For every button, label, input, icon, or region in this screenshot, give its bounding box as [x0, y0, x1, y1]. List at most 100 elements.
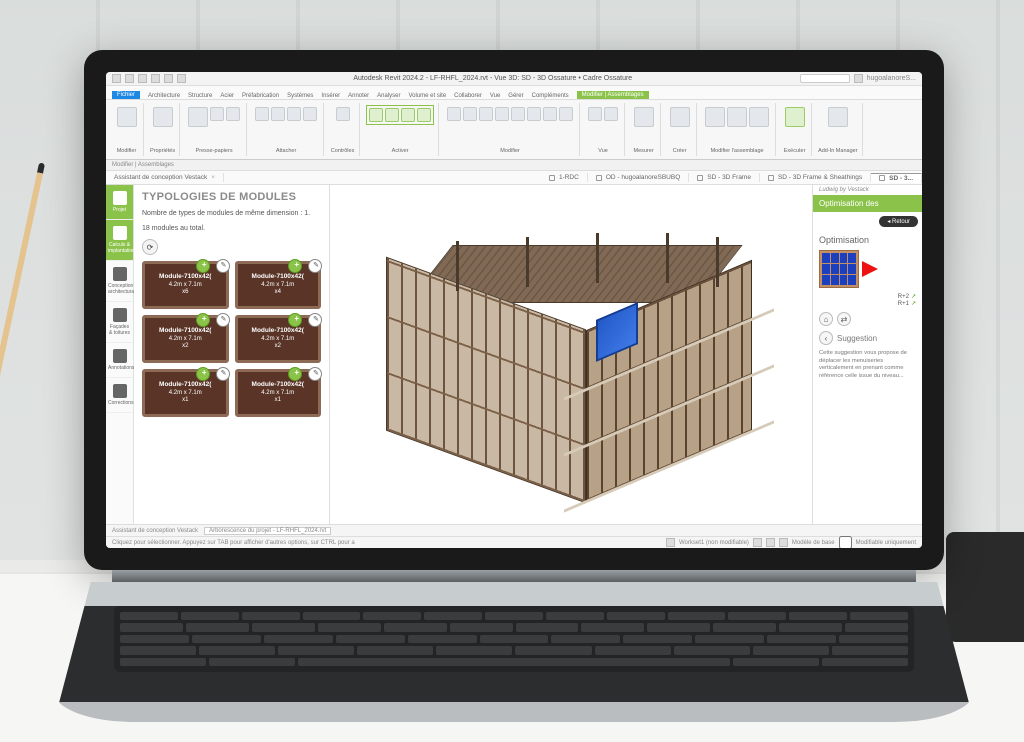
view-tab-active[interactable]: SD - 3... [871, 173, 922, 183]
sidebar-item-corrections[interactable]: Corrections [106, 378, 133, 413]
tab-volume[interactable]: Volume et site [408, 93, 446, 99]
sb-icon[interactable] [766, 538, 775, 547]
create-icon[interactable] [670, 107, 690, 127]
sidebar-item-annotations[interactable]: Annotations [106, 343, 133, 378]
view-tab[interactable]: 1-RDC [541, 173, 588, 182]
mirror-icon[interactable] [417, 108, 431, 122]
properties-icon[interactable] [153, 107, 173, 127]
sidebar-item-conception[interactable]: Conception architecturale [106, 261, 133, 302]
tab-vue[interactable]: Vue [490, 93, 500, 99]
cope-icon[interactable] [255, 107, 269, 121]
tab-structure[interactable]: Structure [188, 93, 212, 99]
view-tab[interactable]: OD - hugoalanoreSBUBQ [588, 173, 689, 182]
join-icon[interactable] [287, 107, 301, 121]
module-card[interactable]: +✎ Module-7100x42(4.2m x 7.1mx4 [235, 261, 322, 309]
qat-redo-icon[interactable] [164, 74, 173, 83]
disassemble-icon[interactable] [727, 107, 747, 127]
module-grid: +✎ Module-7100x42(4.2m x 7.1mx6 +✎ Modul… [142, 261, 321, 417]
view-icon[interactable] [588, 107, 602, 121]
qat-open-icon[interactable] [125, 74, 134, 83]
wand-icon [113, 349, 127, 363]
offset-icon[interactable] [463, 107, 477, 121]
tab-gerer[interactable]: Gérer [508, 93, 523, 99]
add-module-icon[interactable]: + [202, 260, 207, 270]
create-views-icon[interactable] [749, 107, 769, 127]
swap-button[interactable]: ⇄ [837, 312, 851, 326]
optimisation-header: Optimisation des [813, 195, 922, 212]
split-icon[interactable] [495, 107, 509, 121]
qat-undo-icon[interactable] [151, 74, 160, 83]
tab-inserer[interactable]: Insérer [321, 93, 340, 99]
measure-icon[interactable] [634, 107, 654, 127]
workset-icon[interactable] [666, 538, 675, 547]
arrow-out-icon: ↗ [911, 293, 916, 300]
select-icon[interactable] [117, 107, 137, 127]
unpin-icon[interactable] [559, 107, 573, 121]
optimisation-diagram [819, 250, 916, 288]
copy2-icon[interactable] [401, 108, 415, 122]
mug [946, 532, 1024, 642]
revit-logo-icon [112, 74, 121, 83]
project-browser-tab[interactable]: Arborescence du projet - LF-RHFL_2024.rv… [204, 527, 331, 535]
level-list: R+2↗ R+1↗ [819, 293, 916, 307]
edit-module-icon[interactable]: ✎ [221, 261, 227, 270]
plugin-sidebar: Projet Calculs & implantation Conception… [106, 185, 134, 524]
sidebar-item-facades[interactable]: Façades & toitures [106, 302, 133, 343]
qat-save-icon[interactable] [138, 74, 147, 83]
tab-architecture[interactable]: Architecture [148, 93, 180, 99]
rotate-icon[interactable] [385, 108, 399, 122]
panel-header: Assistant de conception Vestack × [106, 173, 224, 182]
user-avatar-icon[interactable] [854, 74, 863, 83]
tab-prefab[interactable]: Préfabrication [242, 93, 279, 99]
tab-modifier-assemblages[interactable]: Modifier | Assemblages [577, 91, 649, 99]
edit-assembly-icon[interactable] [705, 107, 725, 127]
execute-icon[interactable] [785, 107, 805, 127]
demolish-icon[interactable] [303, 107, 317, 121]
activate-icon[interactable] [336, 107, 350, 121]
module-card[interactable]: +✎ Module-7100x42(4.2m x 7.1mx2 [142, 315, 229, 363]
ribbon-group-vue: Vue [582, 103, 625, 156]
close-panel-icon[interactable]: × [211, 174, 215, 181]
pin-icon[interactable] [543, 107, 557, 121]
view-tab[interactable]: SD - 3D Frame & Sheathings [760, 173, 871, 182]
modifiable-only-checkbox[interactable] [839, 536, 852, 548]
tab-complements[interactable]: Compléments [532, 93, 569, 99]
view-tab[interactable]: SD - 3D Frame [689, 173, 760, 182]
tab-collaborer[interactable]: Collaborer [454, 93, 482, 99]
tab-annoter[interactable]: Annoter [348, 93, 369, 99]
back-button[interactable]: ◂ Retour [879, 216, 918, 227]
module-card[interactable]: +✎ Module-7100x42(4.2m x 7.1mx6 [142, 261, 229, 309]
home-button[interactable]: ⌂ [819, 312, 833, 326]
sidebar-item-calculs[interactable]: Calculs & implantation [106, 220, 133, 261]
sb-icon[interactable] [753, 538, 762, 547]
cut-geom-icon[interactable] [271, 107, 285, 121]
scale-icon[interactable] [527, 107, 541, 121]
view-tabs: Assistant de conception Vestack × 1-RDC … [106, 171, 922, 185]
3d-viewport[interactable] [330, 185, 812, 524]
paste-icon[interactable] [188, 107, 208, 127]
module-card[interactable]: +✎ Module-7100x42(4.2m x 7.1mx2 [235, 315, 322, 363]
align-icon[interactable] [447, 107, 461, 121]
move-icon[interactable] [369, 108, 383, 122]
refresh-count-button[interactable]: ⟳ [142, 239, 158, 255]
sb-icon[interactable] [779, 538, 788, 547]
ribbon-group-assemblage: Modifier l'assemblage [699, 103, 776, 156]
tab-analyser[interactable]: Analyser [377, 93, 400, 99]
prev-suggestion-button[interactable]: ‹ [819, 331, 833, 345]
addin-mgr-icon[interactable] [828, 107, 848, 127]
copy-icon[interactable] [226, 107, 240, 121]
cut-icon[interactable] [210, 107, 224, 121]
tab-acier[interactable]: Acier [220, 93, 234, 99]
view2-icon[interactable] [604, 107, 618, 121]
module-card[interactable]: +✎ Module-7100x42(4.2m x 7.1mx1 [142, 369, 229, 417]
array-icon[interactable] [511, 107, 525, 121]
sidebar-item-projet[interactable]: Projet [106, 185, 133, 220]
arrow-right-icon [862, 261, 878, 277]
module-card[interactable]: +✎ Module-7100x42(4.2m x 7.1mx1 [235, 369, 322, 417]
tab-systemes[interactable]: Systèmes [287, 93, 313, 99]
trim-icon[interactable] [479, 107, 493, 121]
title-bar: Autodesk Revit 2024.2 - LF-RHFL_2024.rvt… [106, 72, 922, 86]
qat-sync-icon[interactable] [177, 74, 186, 83]
tab-file[interactable]: Fichier [112, 91, 140, 99]
search-input[interactable] [800, 74, 850, 83]
